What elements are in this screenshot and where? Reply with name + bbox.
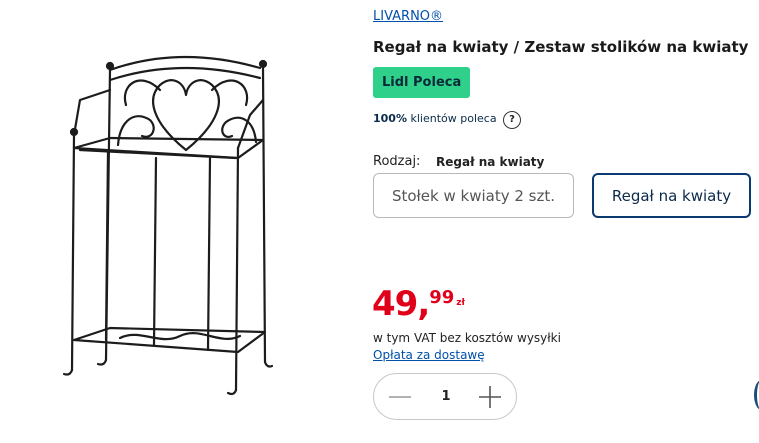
carousel-edge-button[interactable] xyxy=(754,380,759,410)
quantity-value[interactable]: 1 xyxy=(418,374,474,419)
product-title: Regał na kwiaty / Zestaw stolików na kwi… xyxy=(373,38,749,56)
quantity-stepper: 1 xyxy=(373,373,517,420)
vat-note: w tym VAT bez kosztów wysyłki xyxy=(373,331,561,345)
price: 49,99 zł xyxy=(372,284,465,324)
variant-selected-value: Regał na kwiaty xyxy=(436,155,545,169)
lidl-poleca-badge: Lidl Poleca xyxy=(373,67,471,98)
minus-icon[interactable] xyxy=(386,383,414,411)
variant-option-rack[interactable]: Regał na kwiaty xyxy=(592,173,751,218)
brand-link[interactable]: LIVARNO® xyxy=(373,9,443,24)
product-image xyxy=(62,55,274,396)
recommend-label: klientów poleca xyxy=(406,112,497,125)
delivery-cost-link[interactable]: Opłata za dostawę xyxy=(373,348,485,362)
recommendation-text: 100% klientów poleca xyxy=(373,112,497,125)
price-currency: zł xyxy=(456,298,465,308)
variant-option-stool[interactable]: Stołek w kwiaty 2 szt. xyxy=(373,173,574,218)
help-icon[interactable]: ? xyxy=(503,111,521,129)
price-main: 49, xyxy=(372,284,430,324)
recommend-percent: 100% xyxy=(373,112,407,125)
plus-icon[interactable] xyxy=(476,383,504,411)
variant-label: Rodzaj: xyxy=(373,154,421,169)
price-decimal: 99 xyxy=(429,287,455,308)
